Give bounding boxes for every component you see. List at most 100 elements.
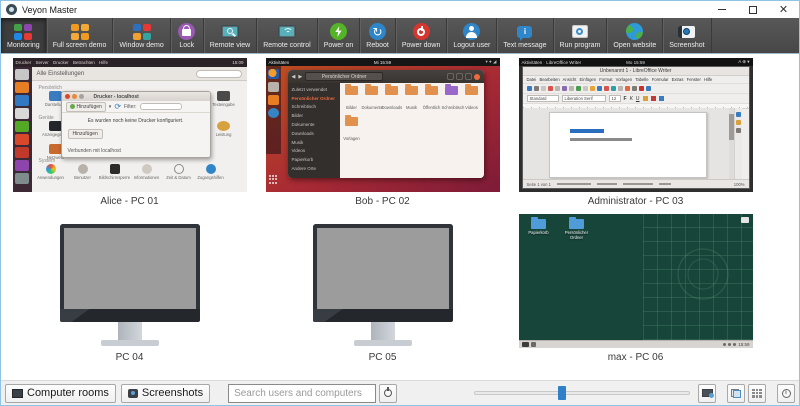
computer-cell-pc05: PC 05 [256,214,509,370]
offline-computer-icon[interactable] [60,214,200,348]
power-down-icon [411,23,431,41]
alice-dialog-message: Es wurden noch keine Drucker konfigurier… [62,118,210,124]
screenshots-icon [128,389,138,398]
title-bar: Veyon Master ✕ [1,1,799,18]
close-icon: ✕ [779,4,788,15]
window-controls: ✕ [706,1,799,18]
computer-rooms-button[interactable]: Computer rooms [5,384,116,403]
computer-label: Alice - PC 01 [100,196,158,207]
remote-view-icon [220,23,240,41]
folder-item: Videos [462,86,482,114]
toolbar-button-screenshot[interactable]: Screenshot [663,18,711,53]
max-wallpaper-pattern [643,214,753,340]
alice-dialog-add-button: Hinzufügen [68,129,103,139]
monitor-base [101,340,159,346]
computer-cell-bob: Aktivitäten Mi 15:59 ▾ ● ◢ ◀ ▶ Persönlic… [256,58,509,214]
bob-files-sidebar: Zuletzt verwendet Persönlicher Ordner Sc… [288,83,340,178]
toolbar-button-open-website[interactable]: Open website [607,18,663,53]
folder-item: Dokumente [362,86,382,114]
search-input[interactable] [228,384,376,403]
computer-thumbnail-max[interactable]: Papierkorb Persönlicher Ordner 15:59 [519,214,753,348]
run-program-icon [570,23,590,41]
maximize-icon [749,6,757,14]
toolbar-button-remote-view[interactable]: Remote view [204,18,257,53]
toolbar-button-text-message[interactable]: i Text message [497,18,553,53]
toolbar-button-power-on[interactable]: Power on [318,18,361,53]
bob-headerbar-buttons [447,73,480,80]
reboot-icon: ↻ [368,23,388,41]
computer-label: max - PC 06 [608,352,664,363]
monitor-chin [313,309,453,322]
alice-printer-dialog: Drucker - localhost Hinzufügen ▾ ⟳ Filte… [61,91,211,158]
custom-arrangement-button[interactable] [727,384,745,403]
offline-computer-icon[interactable] [313,214,453,348]
thumbnail-size-slider-handle[interactable] [558,386,566,400]
fullscreen-demo-icon [70,23,90,41]
font-combobox: Liberation Serif [562,95,606,102]
dialog-filter-input [140,103,182,110]
computer-thumbnail-administrator[interactable]: Aktivitäten LibreOffice Writer Mo 15:59 … [519,58,753,192]
auto-adjust-size-button[interactable] [698,384,716,403]
dialog-minimize-dot [72,94,77,99]
dialog-maximize-dot [79,94,84,99]
italic-icon: K [630,96,633,102]
text-message-icon: i [515,23,535,41]
computer-label: PC 04 [116,352,144,363]
bob-files-headerbar: ◀ ▶ Persönlicher Ordner [288,70,484,83]
admin-sidebar-deck [734,108,742,181]
computer-label: Bob - PC 02 [355,196,409,207]
toolbar-button-run-program[interactable]: Run program [554,18,608,53]
folder-item: Vorlagen [342,117,362,145]
power-on-icon [328,23,348,41]
computer-cell-pc04: PC 04 [3,214,256,370]
admin-menubar: Datei Bearbeiten Ansicht Einfügen Format… [523,76,749,84]
admin-window-title: Unbenannt 1 - LibreOffice Writer [523,67,749,76]
nav-back-icon: ◀ [292,74,296,80]
dialog-add-toolbutton: Hinzufügen [66,102,106,112]
toolbar-button-remote-control[interactable]: Remote control [257,18,317,53]
computer-thumbnail-alice[interactable]: Drucker Server Drucker Betrachten Hilfe … [13,58,247,192]
alice-dialog-titlebar: Drucker - localhost [62,92,210,101]
info-icon: i [782,389,791,398]
folder-item: Öffentlich [422,86,442,114]
toolbar-button-logout-user[interactable]: Logout user [447,18,497,53]
alice-settings-item: Anwendungen [35,164,67,180]
minimize-icon [718,9,726,10]
alice-menubar: Drucker Server Drucker Betrachten Hilfe … [13,58,247,67]
toolbar-button-reboot[interactable]: ↻ Reboot [360,18,396,53]
toolbar-button-power-down[interactable]: Power down [396,18,448,53]
dialog-dropdown-arrow: ▾ [109,104,112,110]
screenshot-icon [677,23,697,41]
custom-arrangement-icon [731,389,741,398]
document-body-text [570,138,632,141]
thumbnail-size-slider[interactable] [474,385,690,401]
toolbar-button-monitoring[interactable]: Monitoring [1,18,47,53]
computer-cell-max: Papierkorb Persönlicher Ordner 15:59 max… [509,214,762,370]
folder-icon [569,219,584,229]
minimize-button[interactable] [706,1,737,18]
align-to-grid-button[interactable] [748,384,766,403]
close-button[interactable]: ✕ [768,1,799,18]
screenshots-button[interactable]: Screenshots [121,384,210,403]
toolbar-button-window-demo[interactable]: Window demo [113,18,170,53]
slider-track[interactable] [474,391,690,395]
toolbar-button-fullscreen-demo[interactable]: Full screen demo [47,18,114,53]
alice-settings-item: Informationen [131,164,163,180]
computer-label: PC 05 [369,352,397,363]
toolbar: Monitoring Full screen demo Window demo … [1,18,799,54]
toolbar-filler [712,18,799,53]
bob-topbar: Aktivitäten Mi 15:59 ▾ ● ◢ [266,58,500,66]
monitoring-icon [13,23,33,41]
maximize-button[interactable] [737,1,768,18]
power-filter-button[interactable] [379,384,397,403]
alice-unity-launcher [13,67,32,192]
about-button[interactable]: i [777,384,795,403]
dialog-refresh-icon: ⟳ [114,103,121,111]
alice-settings-header: Alle Einstellungen [32,67,247,81]
toolbar-button-lock[interactable]: Lock [171,18,204,53]
admin-writer-window: Unbenannt 1 - LibreOffice Writer Datei B… [522,66,750,189]
computer-cell-alice: Drucker Server Drucker Betrachten Hilfe … [3,58,256,214]
underline-icon: U [636,96,640,102]
lock-icon [177,23,197,41]
computer-thumbnail-bob[interactable]: Aktivitäten Mi 15:59 ▾ ● ◢ ◀ ▶ Persönlic… [266,58,500,192]
